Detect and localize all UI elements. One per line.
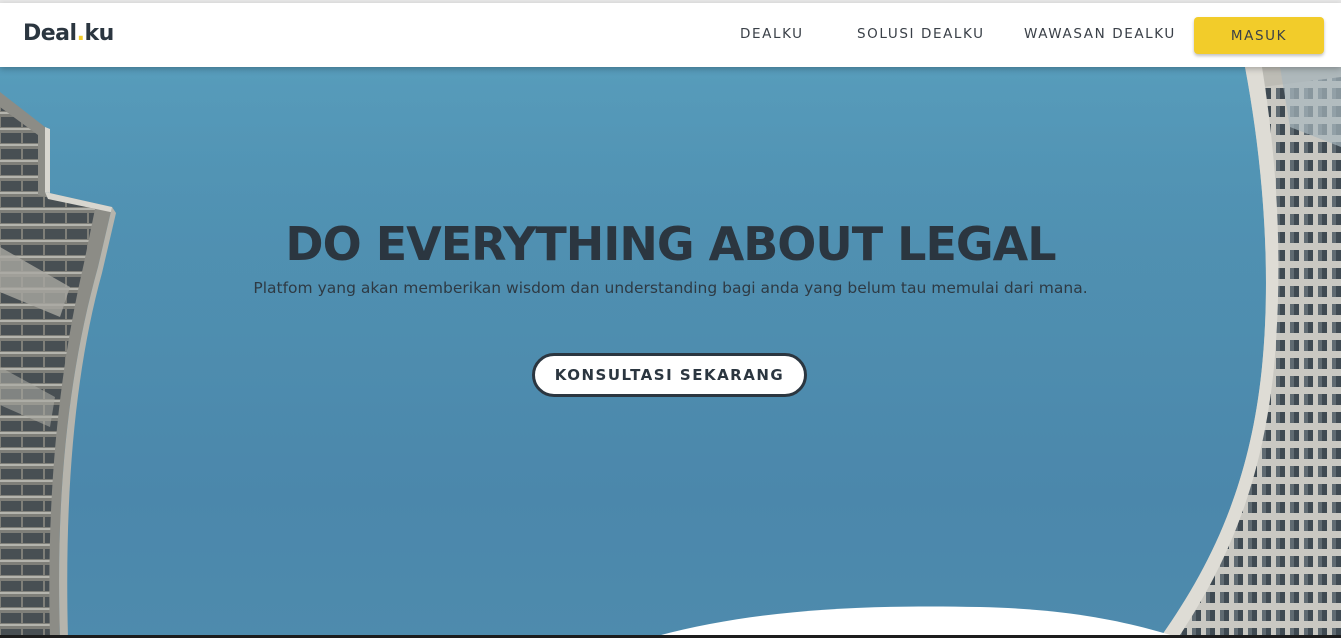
konsultasi-sekarang-button[interactable]: KONSULTASI SEKARANG (532, 353, 807, 397)
bottom-wave (650, 606, 1180, 638)
masuk-button[interactable]: MASUK (1194, 17, 1324, 54)
nav-link-dealku[interactable]: DEALKU (740, 26, 804, 42)
hero-subtitle: Platfom yang akan memberikan wisdom dan … (253, 279, 1088, 297)
hero-title: DO EVERYTHING ABOUT LEGAL (285, 217, 1056, 271)
navbar: Deal. ku DEALKU SOLUSI DEALKU WAWASAN DEA… (0, 3, 1341, 67)
main-navigation: DEALKU SOLUSI DEALKU WAWASAN DEALKU MASU… (0, 3, 1341, 67)
hero-section: DO EVERYTHING ABOUT LEGAL Platfom yang a… (0, 67, 1341, 638)
nav-link-solusi-dealku[interactable]: SOLUSI DEALKU (857, 26, 985, 42)
nav-link-wawasan-dealku[interactable]: WAWASAN DEALKU (1024, 26, 1176, 42)
landing-page: Deal. ku DEALKU SOLUSI DEALKU WAWASAN DEA… (0, 0, 1341, 638)
